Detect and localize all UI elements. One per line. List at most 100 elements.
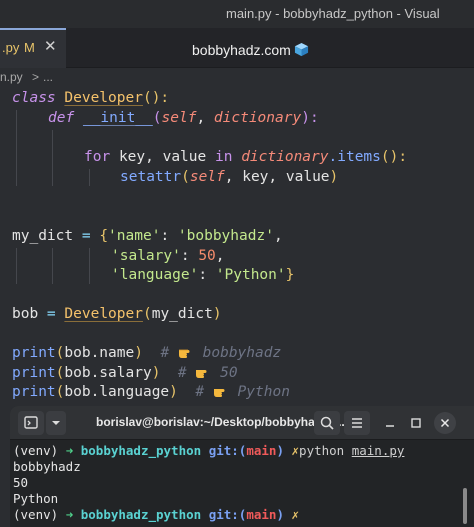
loop-vars: key, value [118, 149, 207, 165]
prompt-dirty-marker: ✗ [291, 443, 300, 458]
number-value: 50 [198, 248, 216, 264]
code-line-class: class Developer(): [12, 88, 169, 108]
indent-guide [52, 248, 53, 284]
terminal-command-file: main.py [351, 443, 405, 458]
punctuation: ): [301, 110, 319, 126]
terminal-output-line: 50 [13, 475, 29, 490]
code-line-for: for key, value in dictionary.items(): [84, 147, 407, 167]
code-line-salary: 'salary': 50, [111, 246, 225, 266]
punctuation: : [160, 228, 178, 244]
string-value: 'Python' [215, 267, 286, 283]
punctuation: , [196, 110, 206, 126]
comment-output: 50 [211, 365, 238, 381]
modified-indicator: M [24, 40, 35, 55]
string-key: 'name' [108, 228, 161, 244]
chevron-down-icon [52, 421, 60, 425]
prompt-git: git:( [208, 507, 247, 522]
args: , key, value [224, 169, 330, 185]
comment-output: bobbyhadz [193, 345, 282, 361]
indent-guide [16, 248, 17, 284]
code-line-setattr: setattr(self, key, value) [120, 169, 339, 185]
terminal-output-line: bobbyhadz [13, 459, 81, 474]
punctuation: : [198, 267, 216, 283]
indent-guide [89, 169, 90, 186]
punctuation: ) [329, 169, 339, 185]
tab-main-py[interactable]: .py M ✕ [0, 28, 66, 68]
prompt-venv: (venv) [13, 443, 59, 458]
close-icon[interactable]: ✕ [44, 37, 57, 55]
prompt-git-close: ) [276, 443, 284, 458]
indent-guide [89, 248, 90, 284]
class-name: Developer [64, 306, 143, 322]
code-line-print-salary: print(bob.salary) # 50 [12, 363, 238, 383]
punctuation: { [99, 228, 109, 244]
function-name: __init__ [82, 110, 153, 126]
terminal-scrollbar[interactable] [463, 488, 467, 524]
terminal-command: python [299, 443, 345, 458]
prompt-arrow: ➜ [65, 443, 74, 458]
prompt-arrow: ➜ [65, 507, 74, 522]
punctuation: , [273, 228, 283, 244]
close-button[interactable] [434, 412, 456, 434]
new-tab-button[interactable] [18, 411, 44, 435]
comment-marker: # [177, 365, 196, 381]
argument: my_dict [151, 306, 213, 322]
tab-menu-button[interactable] [46, 411, 66, 435]
breadcrumb-separator: > [32, 70, 40, 84]
class-name: Developer [64, 90, 143, 106]
close-icon [440, 418, 450, 428]
param-dictionary: dictionary [213, 110, 302, 126]
breadcrumb-file[interactable]: n.py [0, 70, 23, 84]
terminal-title: borislav@borislav:~/Desktop/bobbyhadz_..… [96, 415, 345, 429]
terminal-output-line: Python [13, 491, 59, 506]
param-dictionary: dictionary [241, 149, 329, 165]
pointing-hand-icon [178, 345, 194, 365]
prompt-branch: main [246, 443, 277, 458]
punctuation: (): [142, 90, 170, 106]
menu-button[interactable] [344, 411, 370, 435]
terminal-body[interactable]: (venv) ➜ bobbyhadz_python git:(main) ✗ py… [10, 440, 474, 527]
param-self: self [161, 110, 197, 126]
punctuation: : [180, 248, 199, 264]
builtin-setattr: setattr [120, 169, 182, 185]
maximize-button[interactable] [408, 415, 424, 431]
prompt-git: git:( [208, 443, 247, 458]
terminal-prompt-line: (venv) ➜ bobbyhadz_python git:(main) ✗ [13, 507, 299, 523]
terminal-icon [24, 416, 38, 429]
site-name: bobbyhadz.com [192, 42, 291, 58]
search-button[interactable] [314, 411, 340, 435]
breadcrumb: n.py > ... [0, 68, 474, 86]
operator: = [73, 228, 100, 244]
site-watermark: bobbyhadz.com [192, 42, 309, 60]
method-items: .items [328, 149, 381, 165]
breadcrumb-more[interactable]: ... [43, 70, 53, 84]
comment-output: Python [228, 384, 290, 400]
prompt-branch: main [246, 507, 277, 522]
string-value: 'bobbyhadz' [177, 228, 274, 244]
indent-guide [52, 130, 53, 186]
punctuation: , [215, 248, 225, 264]
search-icon [320, 416, 334, 430]
punctuation: (): [380, 149, 408, 165]
minimize-icon [386, 425, 394, 427]
terminal-window[interactable]: borislav@borislav:~/Desktop/bobbyhadz_..… [10, 406, 474, 527]
terminal-header: borislav@borislav:~/Desktop/bobbyhadz_..… [10, 406, 474, 440]
code-editor[interactable]: class Developer(): def __init__(self, di… [0, 86, 474, 406]
variable-name: bob [12, 306, 39, 322]
variable-name: my_dict [12, 228, 74, 244]
string-key: 'salary' [111, 248, 181, 264]
code-line-language: 'language': 'Python'} [111, 265, 294, 285]
cube-icon [294, 42, 309, 60]
pointing-hand-icon [213, 384, 229, 404]
operator: = [38, 306, 65, 322]
minimize-button[interactable] [382, 415, 398, 431]
code-line-print-language: print(bob.language) # Python [12, 382, 290, 402]
prompt-venv: (venv) [13, 507, 59, 522]
argument: bob.language [64, 384, 170, 400]
terminal-prompt-line: (venv) ➜ bobbyhadz_python git:(main) ✗py… [13, 443, 404, 459]
window-titlebar: main.py - bobbyhadz_python - Visual [0, 0, 474, 28]
code-line-dict: my_dict = {'name': 'bobbyhadz', [12, 226, 283, 246]
keyword-class: class [12, 90, 56, 106]
code-line-bob: bob = Developer(my_dict) [12, 306, 222, 322]
argument: bob.name [64, 345, 135, 361]
